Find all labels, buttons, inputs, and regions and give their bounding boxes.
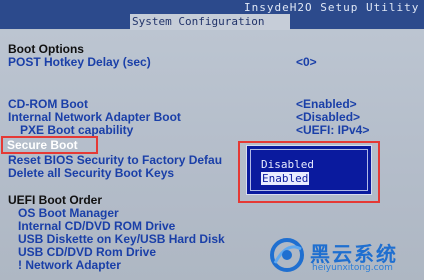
delete-secure-boot-keys-label[interactable]: Delete all Security Boot Keys — [8, 167, 174, 180]
post-hotkey-delay-value[interactable]: <0> — [296, 56, 317, 69]
tab-system-configuration[interactable]: System Configuration — [130, 14, 290, 30]
watermark-url: heiyunxitong.com — [312, 263, 393, 273]
popup-option-enabled[interactable]: Enabled — [261, 172, 310, 185]
secure-boot-highlight — [1, 136, 98, 154]
pxe-boot-capability-value[interactable]: <UEFI: IPv4> — [296, 124, 369, 137]
utility-title: InsydeH2O Setup Utility — [244, 1, 420, 14]
secure-boot-popup: Disabled Enabled — [246, 145, 372, 195]
popup-option-disabled[interactable]: Disabled — [261, 158, 314, 171]
post-hotkey-delay-label[interactable]: POST Hotkey Delay (sec) — [8, 56, 151, 69]
watermark-logo-icon — [270, 238, 304, 272]
boot-order-item[interactable]: ! Network Adapter — [18, 259, 121, 272]
